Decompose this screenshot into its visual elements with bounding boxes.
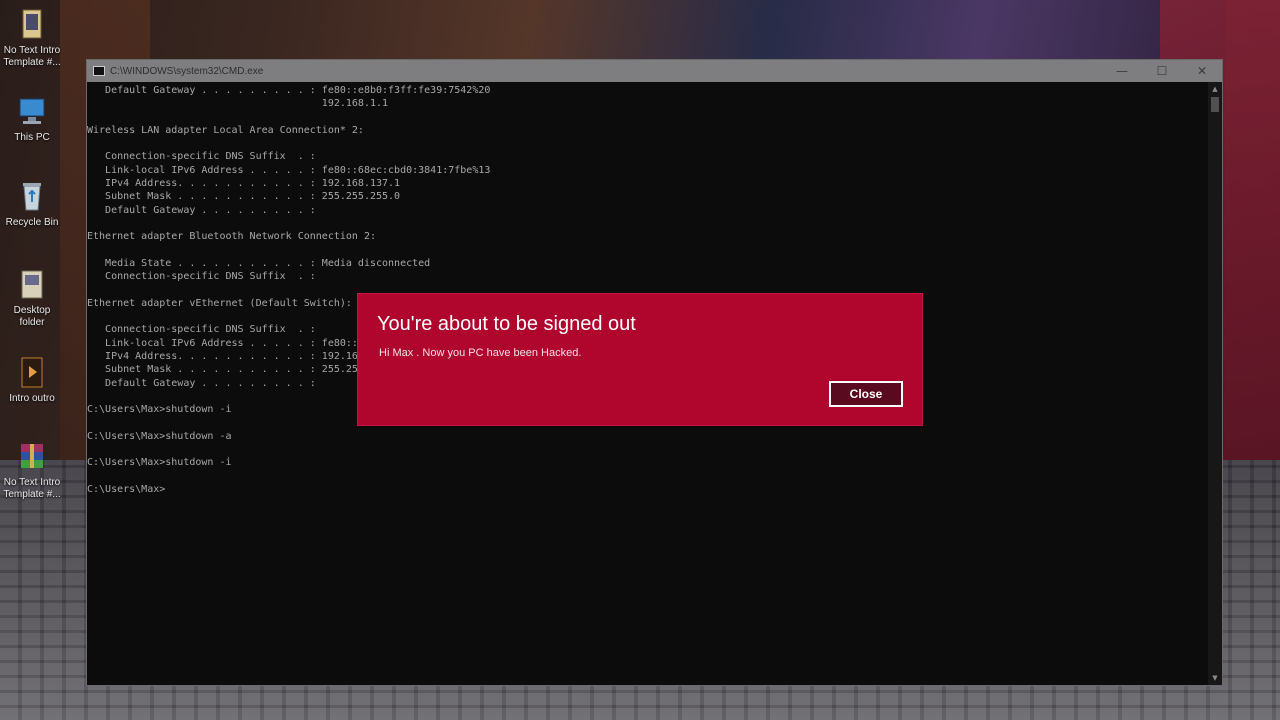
console-line: Connection-specific DNS Suffix . : <box>87 271 316 283</box>
dialog-title: You're about to be signed out <box>377 313 636 335</box>
console-line: C:\Users\Max>shutdown -i <box>87 457 232 469</box>
desktop-icon-intro-outro[interactable]: Intro outro <box>0 356 64 405</box>
console-line: C:\Users\Max> <box>87 483 166 495</box>
desktop-icon-label: Recycle Bin <box>5 217 59 228</box>
close-window-button[interactable]: ✕ <box>1182 60 1222 82</box>
title-bar[interactable]: C:\WINDOWS\system32\CMD.exe — ☐ ✕ <box>87 60 1222 82</box>
desktop-icon-label: folder <box>19 317 45 328</box>
console-line: Default Gateway . . . . . . . . . : <box>87 204 316 216</box>
maximize-button[interactable]: ☐ <box>1142 60 1182 82</box>
sign-out-dialog: You're about to be signed out Hi Max . N… <box>357 293 923 426</box>
desktop-icon-label: No Text Intro <box>3 477 61 488</box>
console-line: Wireless LAN adapter Local Area Connecti… <box>87 124 364 136</box>
desktop-icon-intro-template-2[interactable]: No Text Intro Template #... <box>0 440 64 501</box>
window-title: C:\WINDOWS\system32\CMD.exe <box>110 65 264 77</box>
console-line: 192.168.1.1 <box>87 98 389 110</box>
console-line: Default Gateway . . . . . . . . . : fe80… <box>87 85 491 96</box>
scroll-down-arrow-icon[interactable]: ▼ <box>1208 671 1222 685</box>
scroll-thumb[interactable] <box>1211 97 1219 112</box>
desktop-icon-recycle-bin[interactable]: Recycle Bin <box>0 180 64 229</box>
window-controls: — ☐ ✕ <box>1102 60 1222 82</box>
console-line: Connection-specific DNS Suffix . : <box>87 151 316 163</box>
desktop-icon-label: Template #... <box>3 489 61 500</box>
desktop-icon-label: Template #... <box>3 57 61 68</box>
vertical-scrollbar[interactable]: ▲ ▼ <box>1208 82 1222 685</box>
computer-icon <box>19 98 45 124</box>
console-icon <box>93 66 105 76</box>
video-file-icon <box>21 357 43 388</box>
console-line: Ethernet adapter Bluetooth Network Conne… <box>87 231 376 243</box>
desktop-icon-label: This PC <box>14 132 50 143</box>
desktop-icon-label: Desktop <box>13 305 51 316</box>
console-line: Subnet Mask . . . . . . . . . . . : 255.… <box>87 191 401 203</box>
scroll-up-arrow-icon[interactable]: ▲ <box>1208 82 1222 96</box>
folder-icon <box>21 270 43 299</box>
console-line: Media State . . . . . . . . . . . : Medi… <box>87 257 431 269</box>
desktop-icon-desktop-folder[interactable]: Desktop folder <box>0 268 64 329</box>
desktop-icon-label: Intro outro <box>9 393 55 404</box>
console-line: Link-local IPv6 Address . . . . . : fe80… <box>87 164 491 176</box>
desktop-icon-intro-template-1[interactable]: No Text Intro Template #... <box>0 8 64 69</box>
recycle-bin-icon <box>23 183 41 211</box>
minimize-button[interactable]: — <box>1102 60 1142 82</box>
dialog-message: Hi Max . Now you PC have been Hacked. <box>379 347 582 359</box>
folder-document-icon <box>22 9 42 39</box>
desktop-icon-label: No Text Intro <box>3 45 61 56</box>
desktop-icon-this-pc[interactable]: This PC <box>0 95 64 144</box>
close-button[interactable]: Close <box>829 381 903 407</box>
console-line: IPv4 Address. . . . . . . . . . . : 192.… <box>87 178 401 190</box>
winrar-archive-icon <box>21 444 43 468</box>
console-line: C:\Users\Max>shutdown -a <box>87 430 232 442</box>
